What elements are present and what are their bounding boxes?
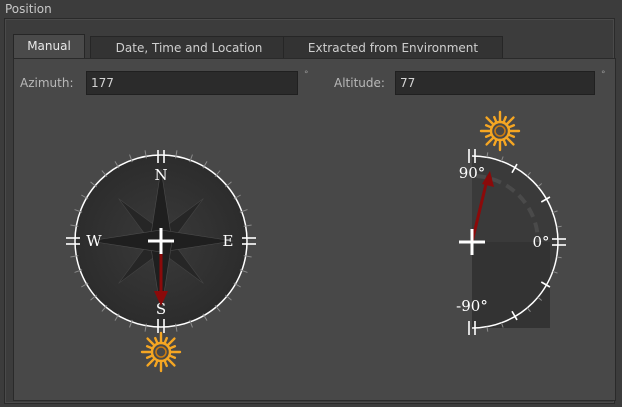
azimuth-compass[interactable]: N S E W [0,0,622,407]
compass-west-label: W [86,232,102,250]
compass-east-label: E [223,232,234,250]
compass-sun-icon[interactable] [140,331,182,373]
compass-north-label: N [154,166,167,184]
